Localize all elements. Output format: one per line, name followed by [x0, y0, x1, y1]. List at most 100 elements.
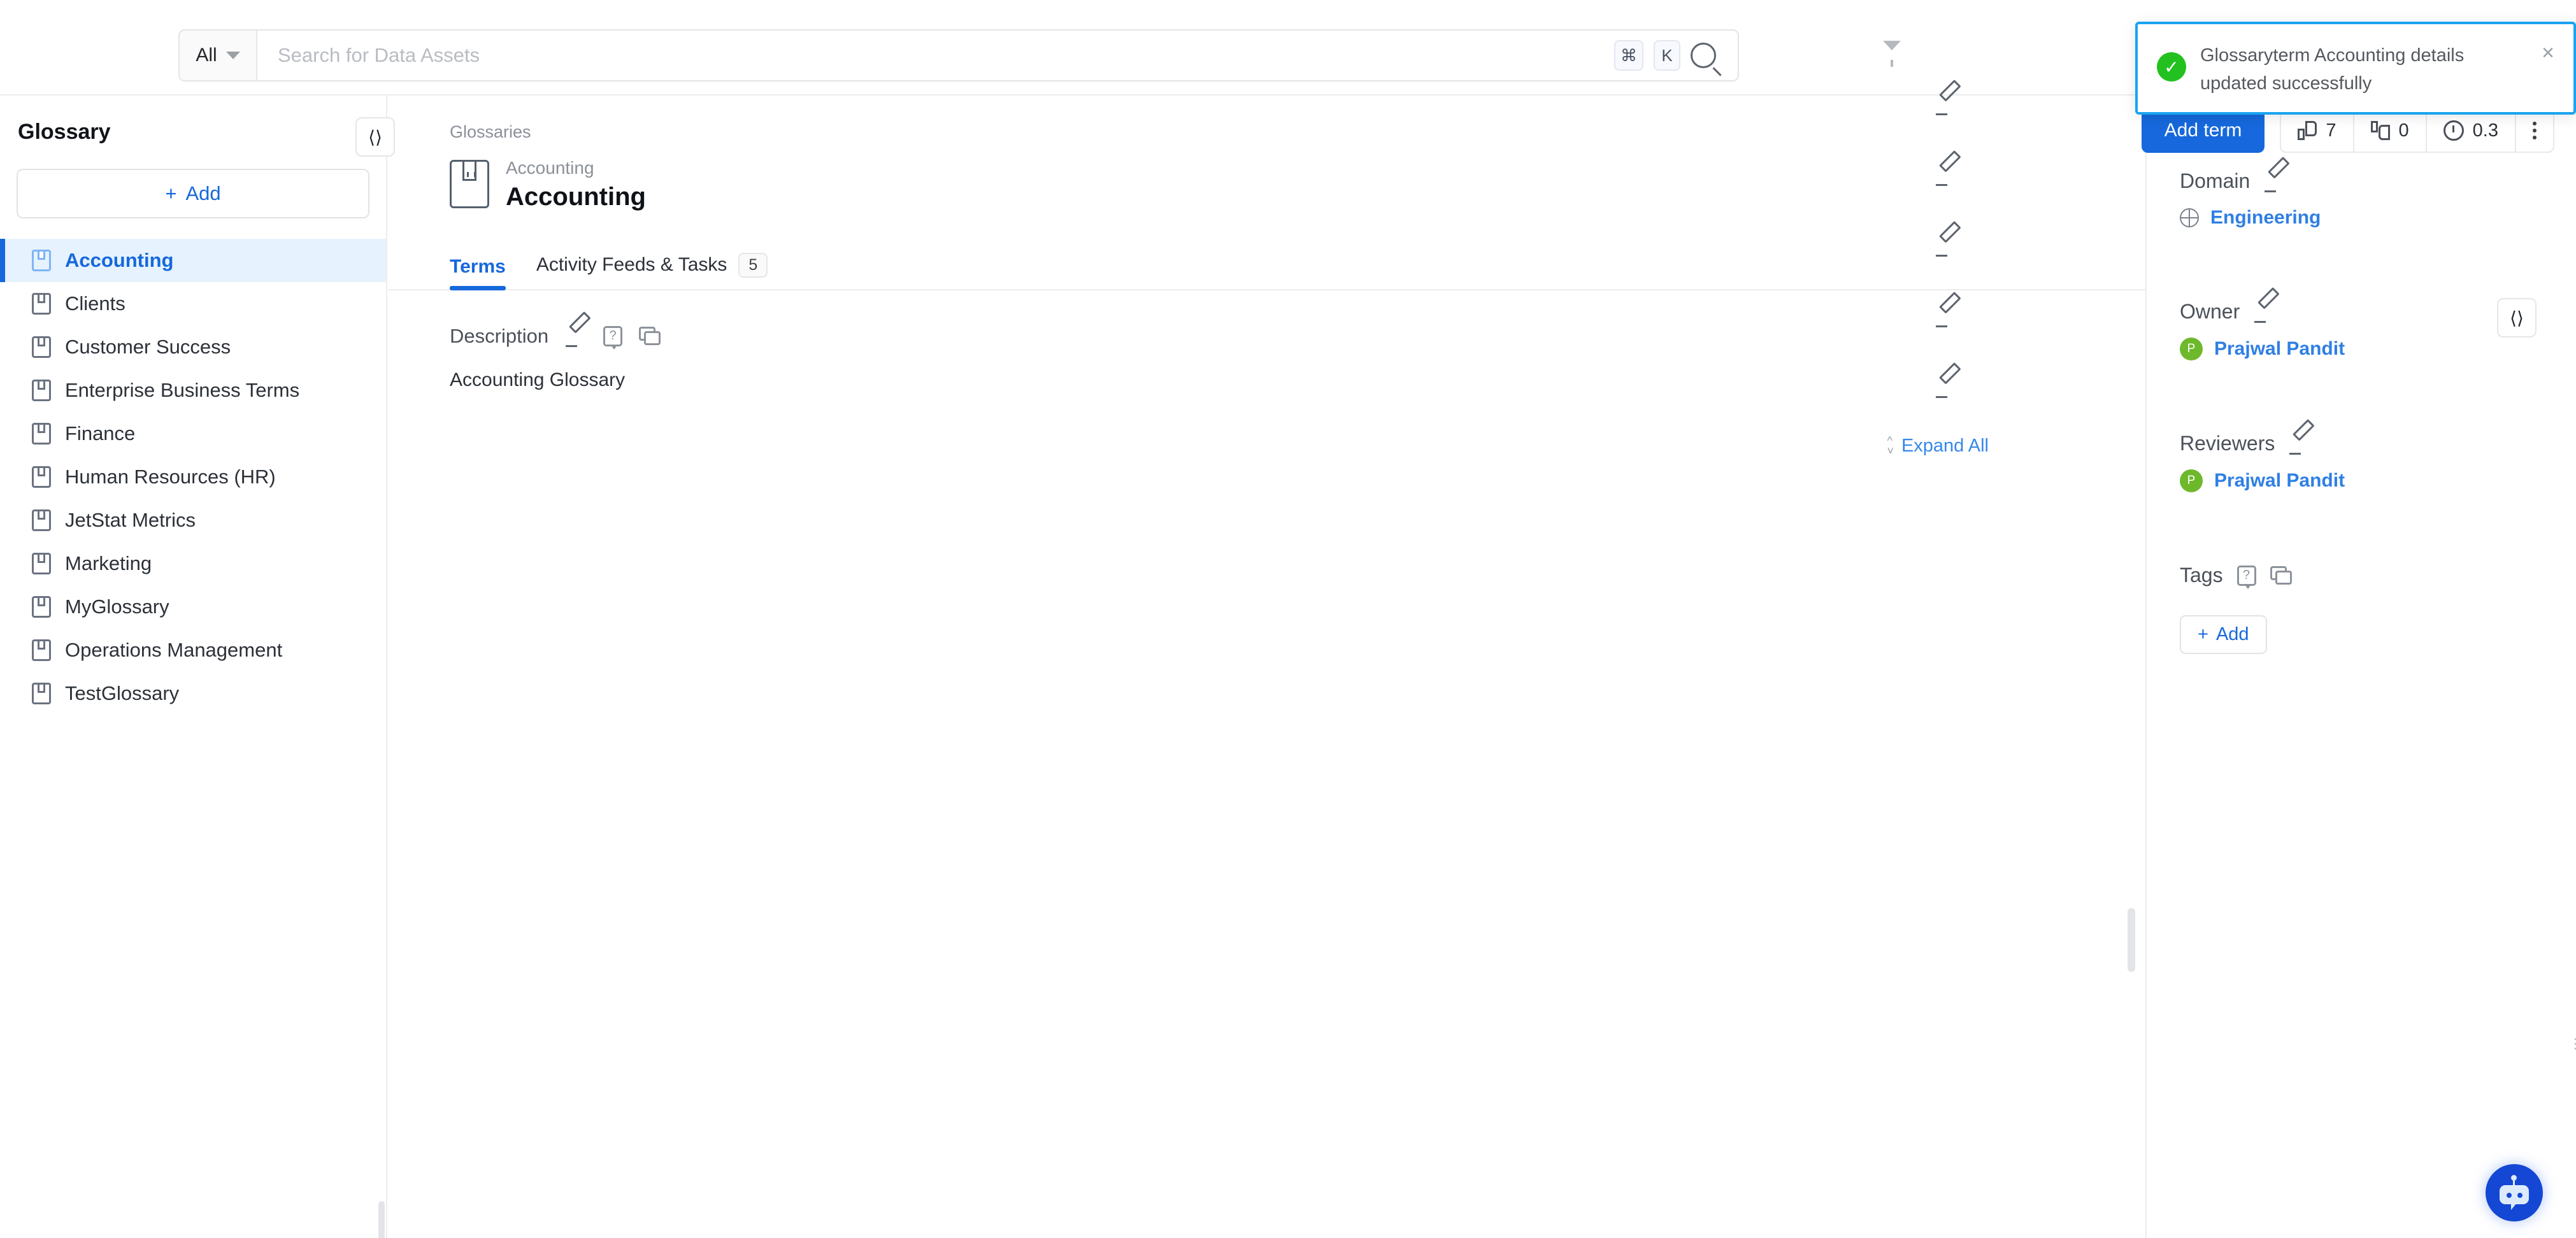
edit-term-icon[interactable]	[1935, 164, 1957, 186]
tags-section: Tags ? + Add	[2180, 564, 2576, 654]
robot-icon	[2497, 1179, 2531, 1207]
sidebar-item-clients[interactable]: Clients	[0, 282, 386, 325]
sidebar-item-accounting[interactable]: Accounting	[0, 239, 386, 282]
expand-all-button[interactable]: ^˅ Expand All	[389, 436, 2145, 457]
details-panel: Domain Engineering Owner P Prajwal Pandi…	[2148, 96, 2576, 1238]
code-brackets-icon: ⟨⟩	[2510, 308, 2524, 329]
entity-subtitle: Accounting	[506, 156, 646, 180]
right-panel-toggle[interactable]: ⟨⟩	[2497, 298, 2537, 338]
entity-header: Accounting Accounting	[389, 142, 2145, 211]
glossary-icon	[32, 466, 51, 488]
thumbs-up-icon	[2298, 121, 2317, 140]
edit-reviewers-icon[interactable]	[2289, 433, 2310, 455]
downvote-count: 0	[2399, 120, 2409, 141]
add-glossary-label: Add	[185, 182, 220, 205]
global-search: All ⌘ K	[178, 29, 1739, 82]
sidebar-item-myglossary[interactable]: MyGlossary	[0, 585, 386, 629]
owner-link[interactable]: Prajwal Pandit	[2214, 338, 2345, 360]
more-options-button[interactable]	[2516, 110, 2553, 152]
sidebar-collapse-toggle[interactable]: ⟨⟩	[355, 117, 395, 157]
reviewers-label: Reviewers	[2180, 432, 2275, 455]
domain-label: Domain	[2180, 169, 2250, 193]
sidebar-scrollbar-thumb[interactable]	[378, 1201, 385, 1238]
panel-resize-handle[interactable]: ⋮	[2568, 1035, 2575, 1058]
edit-term-icon[interactable]	[1935, 94, 1957, 115]
sidebar-item-marketing[interactable]: Marketing	[0, 542, 386, 585]
expand-collapse-icon: ^˅	[1887, 437, 1894, 455]
search-shortcuts: ⌘ K	[1614, 40, 1738, 71]
code-brackets-icon: ⟨⟩	[368, 127, 382, 148]
sidebar-item-label: Human Resources (HR)	[65, 466, 276, 488]
sidebar-item-label: Clients	[65, 292, 125, 315]
tab-terms[interactable]: Terms	[450, 256, 506, 289]
plus-icon: +	[2198, 624, 2208, 645]
chatbot-button[interactable]	[2486, 1164, 2543, 1221]
downvote-button[interactable]: 0	[2354, 110, 2427, 152]
page-title: Accounting	[506, 183, 646, 211]
add-glossary-button[interactable]: + Add	[17, 169, 369, 218]
breadcrumb[interactable]: Glossaries	[389, 96, 2145, 142]
version-history-icon	[2444, 120, 2464, 141]
search-icon[interactable]	[1691, 43, 1716, 68]
glossary-icon	[32, 683, 51, 704]
sidebar-item-label: Customer Success	[65, 336, 231, 359]
comment-icon[interactable]	[2270, 566, 2292, 585]
search-scope-dropdown[interactable]: All	[180, 31, 257, 80]
edit-domain-icon[interactable]	[2264, 171, 2286, 192]
expand-all-label: Expand All	[1901, 436, 1989, 457]
sidebar-item-jetstat-metrics[interactable]: JetStat Metrics	[0, 499, 386, 542]
reviewer-link[interactable]: Prajwal Pandit	[2214, 470, 2345, 492]
glossary-list: Accounting Clients Customer Success Ente…	[0, 239, 386, 715]
domain-section: Domain Engineering	[2180, 169, 2576, 229]
success-check-icon: ✓	[2157, 52, 2186, 82]
plus-icon: +	[165, 182, 176, 205]
comment-icon[interactable]	[639, 327, 661, 346]
sidebar-item-operations-management[interactable]: Operations Management	[0, 629, 386, 672]
description-header: Description ?	[389, 290, 2145, 348]
sidebar-item-customer-success[interactable]: Customer Success	[0, 325, 386, 369]
description-label: Description	[450, 325, 548, 348]
sidebar-item-human-resources[interactable]: Human Resources (HR)	[0, 455, 386, 499]
edit-term-icon[interactable]	[1935, 235, 1957, 257]
thumbs-down-icon	[2371, 121, 2390, 140]
tab-activity-badge: 5	[738, 253, 768, 278]
avatar: P	[2180, 338, 2203, 360]
sidebar-item-enterprise-business-terms[interactable]: Enterprise Business Terms	[0, 369, 386, 412]
glossary-icon	[32, 639, 51, 661]
description-text: Accounting Glossary	[389, 348, 2145, 391]
tab-activity-feeds-tasks[interactable]: Activity Feeds & Tasks 5	[536, 253, 768, 289]
request-description-icon[interactable]: ?	[603, 326, 622, 346]
glossary-icon	[32, 336, 51, 358]
upvote-button[interactable]: 7	[2281, 110, 2354, 152]
search-scope-label: All	[196, 45, 217, 66]
glossary-icon	[32, 250, 51, 271]
glossary-icon	[32, 509, 51, 531]
sidebar-item-testglossary[interactable]: TestGlossary	[0, 672, 386, 715]
glossary-book-icon	[450, 160, 489, 208]
edit-description-icon[interactable]	[565, 325, 587, 347]
filter-icon[interactable]	[1883, 41, 1901, 50]
add-term-button[interactable]: Add term	[2142, 108, 2265, 153]
close-icon[interactable]: ×	[2542, 42, 2554, 64]
edit-term-icon[interactable]	[1935, 306, 1957, 327]
sidebar-item-finance[interactable]: Finance	[0, 412, 386, 455]
domain-link[interactable]: Engineering	[2210, 207, 2321, 229]
add-tag-label: Add	[2216, 624, 2249, 645]
kebab-menu-icon	[2533, 122, 2537, 139]
tags-label-row: Tags ?	[2180, 564, 2576, 587]
edit-owner-icon[interactable]	[2254, 301, 2275, 323]
kbd-k-icon: K	[1654, 40, 1680, 71]
edit-term-icon[interactable]	[1935, 376, 1957, 398]
glossary-icon	[32, 380, 51, 401]
entity-stats: 7 0 0.3	[2280, 109, 2554, 153]
glossary-icon	[32, 553, 51, 574]
upvote-count: 7	[2326, 120, 2336, 141]
add-tag-button[interactable]: + Add	[2180, 615, 2267, 654]
main-scrollbar-thumb[interactable]	[2128, 908, 2135, 972]
version-button[interactable]: 0.3	[2427, 110, 2516, 152]
sidebar-item-label: Enterprise Business Terms	[65, 379, 299, 402]
search-input[interactable]	[257, 31, 1614, 80]
sidebar-item-label: Operations Management	[65, 639, 282, 662]
sidebar-item-label: TestGlossary	[65, 682, 179, 705]
request-tags-icon[interactable]: ?	[2237, 566, 2256, 586]
